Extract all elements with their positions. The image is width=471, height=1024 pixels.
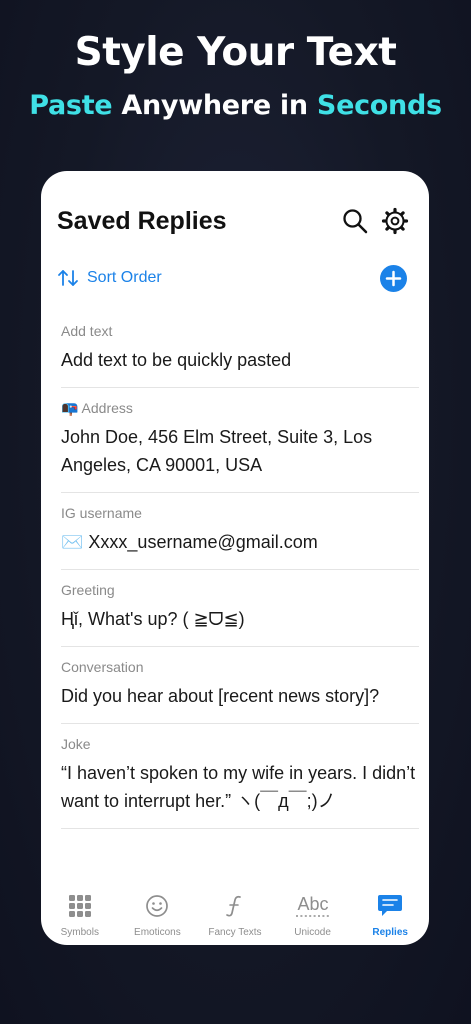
tab-label: Unicode	[294, 927, 331, 938]
smiley-icon	[146, 895, 169, 917]
reply-item-joke[interactable]: Joke “I haven’t spoken to my wife in yea…	[61, 724, 419, 829]
tab-replies[interactable]: Replies	[352, 881, 429, 945]
reply-text: Add text to be quickly pasted	[61, 350, 292, 370]
tab-symbols[interactable]: Symbols	[41, 881, 118, 945]
abc-icon: Abc	[295, 894, 330, 917]
app-screen: Saved Replies Sort Order Add text Add te…	[41, 171, 429, 945]
reply-text: Did you hear about [recent news story]?	[61, 686, 380, 706]
reply-label: Greeting	[61, 582, 115, 598]
sort-arrows-icon	[58, 270, 78, 286]
reply-item-add-text[interactable]: Add text Add text to be quickly pasted	[61, 311, 419, 388]
reply-text: Ⱨǐ, What's up? ( ≧ᗜ≦)	[61, 609, 245, 629]
promo-subtitle-accent-2: Seconds	[316, 90, 442, 121]
svg-text:Abc: Abc	[297, 894, 328, 914]
promo-title: Style Your Text	[74, 30, 397, 75]
add-reply-button[interactable]	[380, 265, 407, 292]
tab-unicode[interactable]: Abc Unicode	[274, 881, 351, 945]
replies-list: Add text Add text to be quickly pasted 📭…	[61, 311, 419, 829]
reply-text: John Doe, 456 Elm Street, Suite 3, Los A…	[61, 427, 373, 475]
reply-text: “I haven’t spoken to my wife in years. I…	[61, 763, 416, 811]
sort-order-button[interactable]: Sort Order	[57, 265, 162, 291]
reply-item-greeting[interactable]: Greeting Ⱨǐ, What's up? ( ≧ᗜ≦)	[61, 570, 419, 647]
reply-label: 📭 Address	[61, 400, 133, 416]
reply-text: ✉️ Xxxx_username@gmail.com	[61, 532, 318, 552]
plus-icon	[385, 270, 402, 287]
tab-emoticons[interactable]: Emoticons	[119, 881, 196, 945]
sort-order-label: Sort Order	[87, 269, 162, 286]
chat-bubble-icon	[378, 895, 403, 916]
script-f-icon	[226, 895, 241, 917]
promo-subtitle-middle: Anywhere in	[112, 90, 317, 121]
grid-icon	[68, 895, 91, 917]
reply-label: Add text	[61, 323, 113, 339]
reply-item-address[interactable]: 📭 Address John Doe, 456 Elm Street, Suit…	[61, 388, 419, 493]
reply-item-conversation[interactable]: Conversation Did you hear about [recent …	[61, 647, 419, 724]
search-icon[interactable]	[341, 207, 369, 235]
tab-label: Fancy Texts	[208, 927, 262, 938]
page-title: Saved Replies	[57, 207, 227, 235]
promo-subtitle: Paste Anywhere in Seconds	[0, 90, 471, 121]
tab-label: Emoticons	[134, 927, 181, 938]
reply-label: Joke	[61, 736, 91, 752]
tab-label: Symbols	[60, 927, 99, 938]
reply-label: IG username	[61, 505, 142, 521]
tab-label: Replies	[372, 927, 408, 938]
reply-label: Conversation	[61, 659, 144, 675]
reply-item-ig-username[interactable]: IG username ✉️ Xxxx_username@gmail.com	[61, 493, 419, 570]
gear-icon[interactable]	[381, 207, 409, 235]
tab-bar: Symbols Emoticons Fancy Texts Abc Unicod…	[41, 881, 429, 945]
tab-fancy-texts[interactable]: Fancy Texts	[196, 881, 273, 945]
promo-subtitle-accent-1: Paste	[29, 90, 113, 121]
